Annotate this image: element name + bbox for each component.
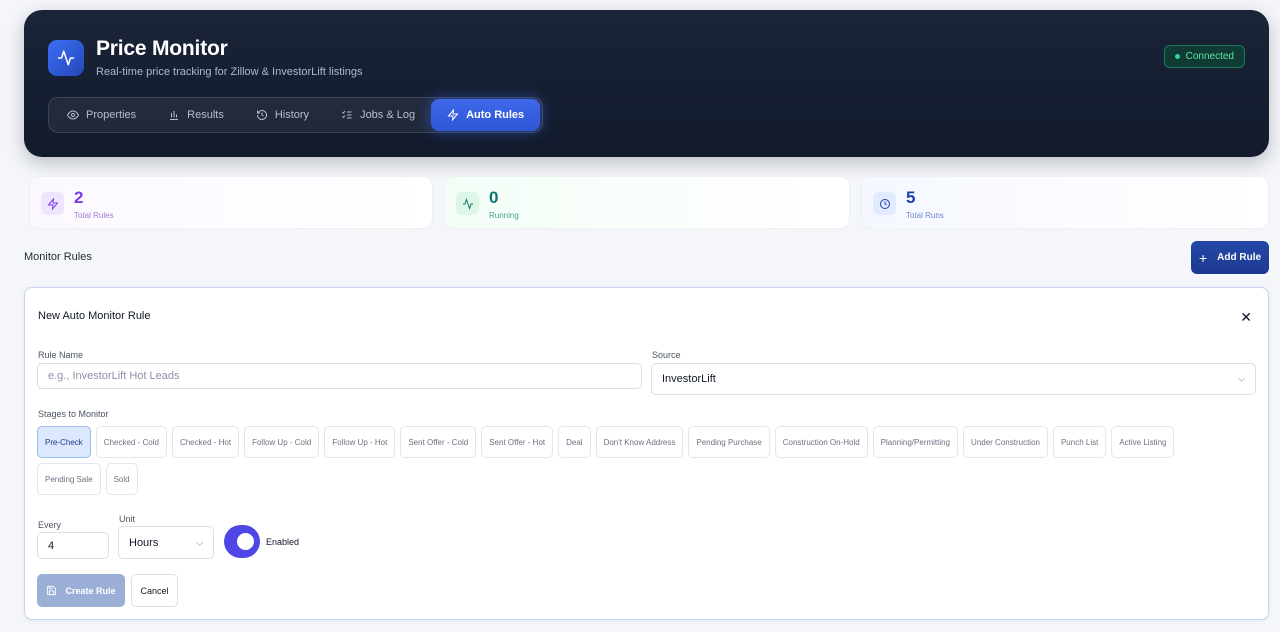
app-subtitle: Real-time price tracking for Zillow & In… bbox=[96, 66, 363, 78]
activity-icon bbox=[456, 192, 479, 215]
activity-logo-icon bbox=[48, 40, 84, 76]
tab-auto-rules[interactable]: Auto Rules bbox=[431, 99, 541, 131]
stage-chip[interactable]: Don't Know Address bbox=[595, 426, 684, 458]
unit-value: Hours bbox=[129, 536, 159, 549]
tab-results[interactable]: Results bbox=[152, 99, 240, 131]
stage-chip[interactable]: Follow Up - Hot bbox=[324, 426, 396, 458]
new-rule-form: New Auto Monitor Rule ✕ Rule Name Source… bbox=[24, 287, 1269, 620]
plus-icon: + bbox=[1198, 249, 1208, 266]
tab-label: Properties bbox=[86, 109, 137, 121]
zap-icon bbox=[447, 109, 459, 121]
clock-icon bbox=[873, 192, 896, 215]
stage-chip[interactable]: Sent Offer - Cold bbox=[400, 426, 477, 458]
stage-chip[interactable]: Planning/Permitting bbox=[872, 426, 959, 458]
close-icon[interactable]: ✕ bbox=[1240, 309, 1252, 326]
app-title: Price Monitor bbox=[96, 37, 228, 60]
chevron-down-icon: ⌵ bbox=[196, 537, 203, 547]
form-title: New Auto Monitor Rule bbox=[38, 310, 151, 322]
every-label: Every bbox=[38, 520, 62, 530]
every-input[interactable] bbox=[37, 532, 109, 559]
unit-label: Unit bbox=[119, 514, 136, 524]
tab-label: History bbox=[274, 109, 310, 121]
stat-value: 5 bbox=[906, 188, 916, 207]
connection-status-badge: Connected bbox=[1163, 45, 1245, 68]
stat-card-running: 0 Running bbox=[444, 176, 850, 229]
stage-chip[interactable]: Checked - Hot bbox=[171, 426, 240, 458]
add-rule-label: Add Rule bbox=[1217, 252, 1262, 263]
tab-properties[interactable]: Properties bbox=[51, 99, 152, 131]
stage-chip[interactable]: Checked - Cold bbox=[95, 426, 167, 458]
toggle-knob bbox=[237, 533, 254, 550]
section-title: Monitor Rules bbox=[24, 251, 92, 263]
cancel-button[interactable]: Cancel bbox=[131, 574, 178, 607]
stage-chip[interactable]: Under Construction bbox=[963, 426, 1048, 458]
stage-chips: Pre-Check Checked - Cold Checked - Hot Foll… bbox=[37, 426, 1217, 495]
eye-icon bbox=[67, 110, 79, 120]
list-checks-icon bbox=[342, 110, 352, 119]
tab-label: Results bbox=[187, 109, 224, 121]
add-rule-button[interactable]: + Add Rule bbox=[1191, 241, 1269, 274]
stat-card-total-runs: 5 Total Runs bbox=[861, 176, 1269, 229]
save-icon bbox=[47, 585, 57, 596]
source-select[interactable]: InvestorLift ⌵ bbox=[651, 363, 1256, 395]
stage-chip[interactable]: Sent Offer - Hot bbox=[481, 426, 554, 458]
bar-chart-icon bbox=[170, 111, 179, 120]
rule-name-input[interactable] bbox=[37, 363, 642, 389]
tab-history[interactable]: History bbox=[240, 99, 325, 131]
stage-chip[interactable]: Follow Up - Cold bbox=[244, 426, 320, 458]
rule-name-label: Rule Name bbox=[38, 350, 84, 360]
source-value: InvestorLift bbox=[662, 373, 716, 385]
stat-label: Total Runs bbox=[906, 211, 944, 220]
zap-icon bbox=[41, 192, 64, 215]
history-icon bbox=[256, 110, 267, 120]
source-label: Source bbox=[652, 350, 681, 360]
connection-status-label: Connected bbox=[1185, 51, 1234, 62]
tab-label: Auto Rules bbox=[466, 109, 525, 121]
tab-jobs-log[interactable]: Jobs & Log bbox=[325, 99, 431, 131]
stage-chip[interactable]: Pending Sale bbox=[37, 463, 101, 495]
unit-select[interactable]: Hours ⌵ bbox=[118, 526, 214, 559]
create-rule-label: Create Rule bbox=[65, 585, 116, 596]
stage-chip[interactable]: Sold bbox=[105, 463, 138, 495]
stat-value: 0 bbox=[489, 188, 499, 207]
stages-label: Stages to Monitor bbox=[38, 409, 109, 419]
create-rule-button[interactable]: Create Rule bbox=[37, 574, 125, 607]
stage-chip[interactable]: Construction On-Hold bbox=[774, 426, 868, 458]
stage-chip[interactable]: Deal bbox=[558, 426, 591, 458]
status-dot-icon bbox=[1174, 54, 1180, 59]
stat-card-total-rules: 2 Total Rules bbox=[29, 176, 433, 229]
enabled-label: Enabled bbox=[266, 537, 300, 547]
tab-label: Jobs & Log bbox=[360, 109, 416, 121]
stage-chip[interactable]: Active Listing bbox=[1111, 426, 1175, 458]
enabled-toggle[interactable] bbox=[224, 525, 260, 558]
main-tabs: Properties Results History Jobs & Log Au… bbox=[48, 97, 544, 133]
stage-chip[interactable]: Punch List bbox=[1052, 426, 1107, 458]
stat-value: 2 bbox=[74, 188, 84, 207]
app-header: Price Monitor Real-time price tracking f… bbox=[24, 10, 1269, 157]
chevron-down-icon: ⌵ bbox=[1238, 373, 1245, 384]
stage-chip[interactable]: Pending Purchase bbox=[688, 426, 770, 458]
stage-chip[interactable]: Pre-Check bbox=[37, 426, 91, 458]
stat-label: Total Rules bbox=[74, 211, 114, 220]
stat-label: Running bbox=[489, 211, 519, 220]
